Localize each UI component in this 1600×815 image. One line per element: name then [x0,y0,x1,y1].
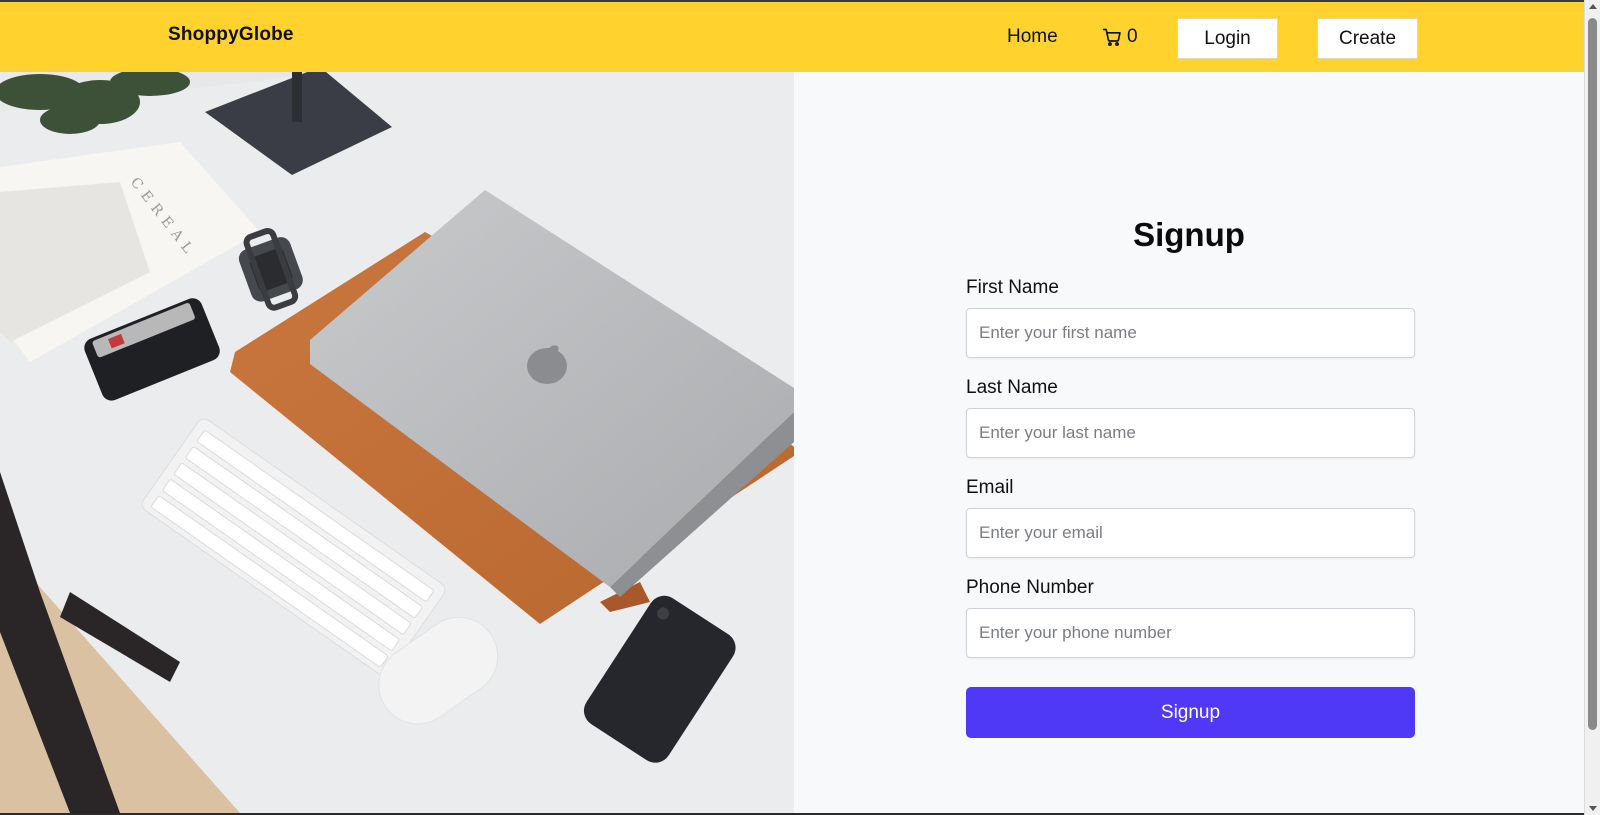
navbar: ShoppyGlobe Home 0 Login Create [0,0,1584,72]
page: ShoppyGlobe Home 0 Login Create CEREAL S… [0,0,1584,813]
scroll-thumb[interactable] [1588,18,1597,730]
form-title: Signup [1133,216,1245,253]
last-name-input[interactable] [966,408,1415,458]
cart-count: 0 [1127,26,1138,47]
cart-icon [1102,28,1121,47]
signup-panel: Signup First Name Last Name Email Phone … [794,72,1584,813]
email-input[interactable] [966,508,1415,558]
first-name-label: First Name [966,277,1059,298]
email-label: Email [966,477,1014,498]
create-button[interactable]: Create [1317,18,1418,59]
signup-button[interactable]: Signup [966,687,1415,738]
nav-home-link[interactable]: Home [1007,26,1058,48]
phone-input[interactable] [966,608,1415,658]
last-name-label: Last Name [966,377,1058,398]
hero-image: CEREAL [0,72,794,813]
brand-logo[interactable]: ShoppyGlobe [168,24,294,46]
scroll-up-icon[interactable] [1589,4,1597,9]
vertical-scrollbar[interactable] [1584,0,1600,815]
phone-label: Phone Number [966,577,1094,598]
nav-cart-link[interactable]: 0 [1102,26,1138,48]
first-name-input[interactable] [966,308,1415,358]
login-button[interactable]: Login [1177,18,1278,59]
scroll-down-icon[interactable] [1589,806,1597,811]
